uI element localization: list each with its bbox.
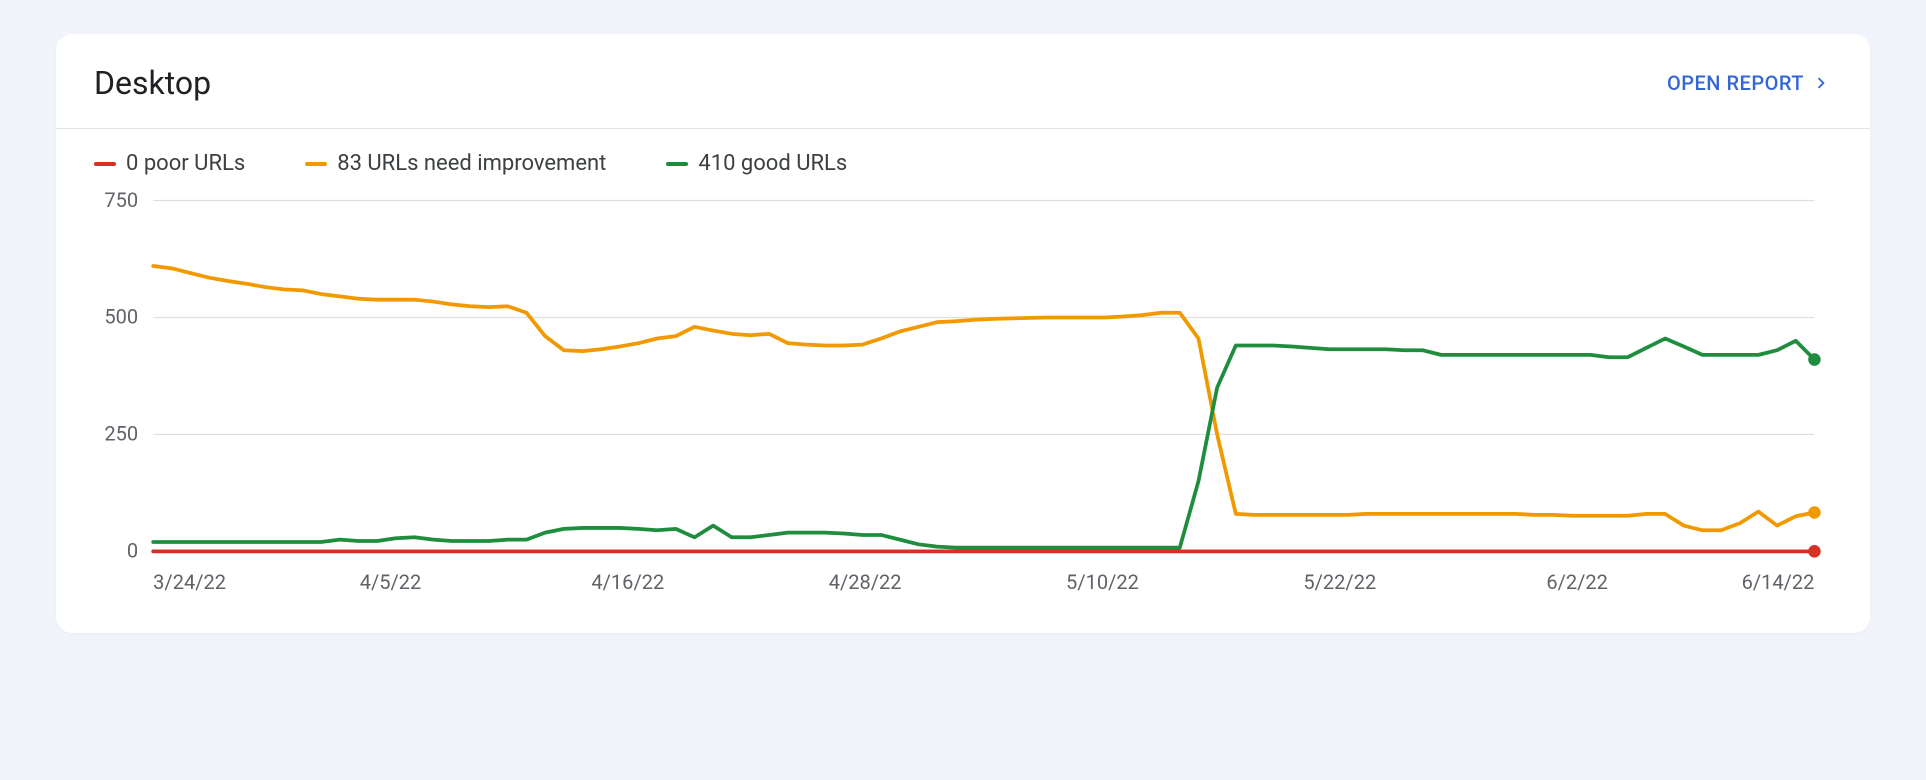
svg-text:4/16/22: 4/16/22 xyxy=(591,570,664,594)
svg-text:5/22/22: 5/22/22 xyxy=(1303,570,1376,594)
legend-item-improve[interactable]: 83 URLs need improvement xyxy=(305,151,606,176)
page-title: Desktop xyxy=(94,64,211,102)
legend-label-improve: 83 URLs need improvement xyxy=(337,151,606,176)
desktop-cwv-card: Desktop OPEN REPORT 0 poor URLs 83 URLs … xyxy=(56,34,1870,633)
line-chart: 0 250 500 750 3/24/22 4/5/22 4/16/22 4/28/22 5/1… xyxy=(78,188,1832,601)
chart-container: 0 250 500 750 3/24/22 4/5/22 4/16/22 4/28/22 5/1… xyxy=(56,188,1870,633)
card-header: Desktop OPEN REPORT xyxy=(56,34,1870,129)
legend-swatch-good xyxy=(666,162,688,166)
legend-swatch-poor xyxy=(94,162,116,166)
legend-label-poor: 0 poor URLs xyxy=(126,151,245,176)
svg-text:0: 0 xyxy=(127,539,138,563)
open-report-button[interactable]: OPEN REPORT xyxy=(1667,71,1832,95)
svg-text:500: 500 xyxy=(104,305,138,329)
open-report-label: OPEN REPORT xyxy=(1667,71,1804,95)
chart-legend: 0 poor URLs 83 URLs need improvement 410… xyxy=(56,129,1870,188)
svg-text:4/5/22: 4/5/22 xyxy=(360,570,422,594)
legend-item-good[interactable]: 410 good URLs xyxy=(666,151,847,176)
svg-text:250: 250 xyxy=(104,422,138,446)
legend-swatch-improve xyxy=(305,162,327,166)
legend-label-good: 410 good URLs xyxy=(698,151,847,176)
svg-text:3/24/22: 3/24/22 xyxy=(153,570,226,594)
svg-text:6/14/22: 6/14/22 xyxy=(1742,570,1815,594)
svg-text:5/10/22: 5/10/22 xyxy=(1066,570,1139,594)
legend-item-poor[interactable]: 0 poor URLs xyxy=(94,151,245,176)
chevron-right-icon xyxy=(1810,72,1832,94)
svg-text:4/28/22: 4/28/22 xyxy=(829,570,902,594)
svg-text:750: 750 xyxy=(104,188,138,212)
svg-text:6/2/22: 6/2/22 xyxy=(1546,570,1608,594)
